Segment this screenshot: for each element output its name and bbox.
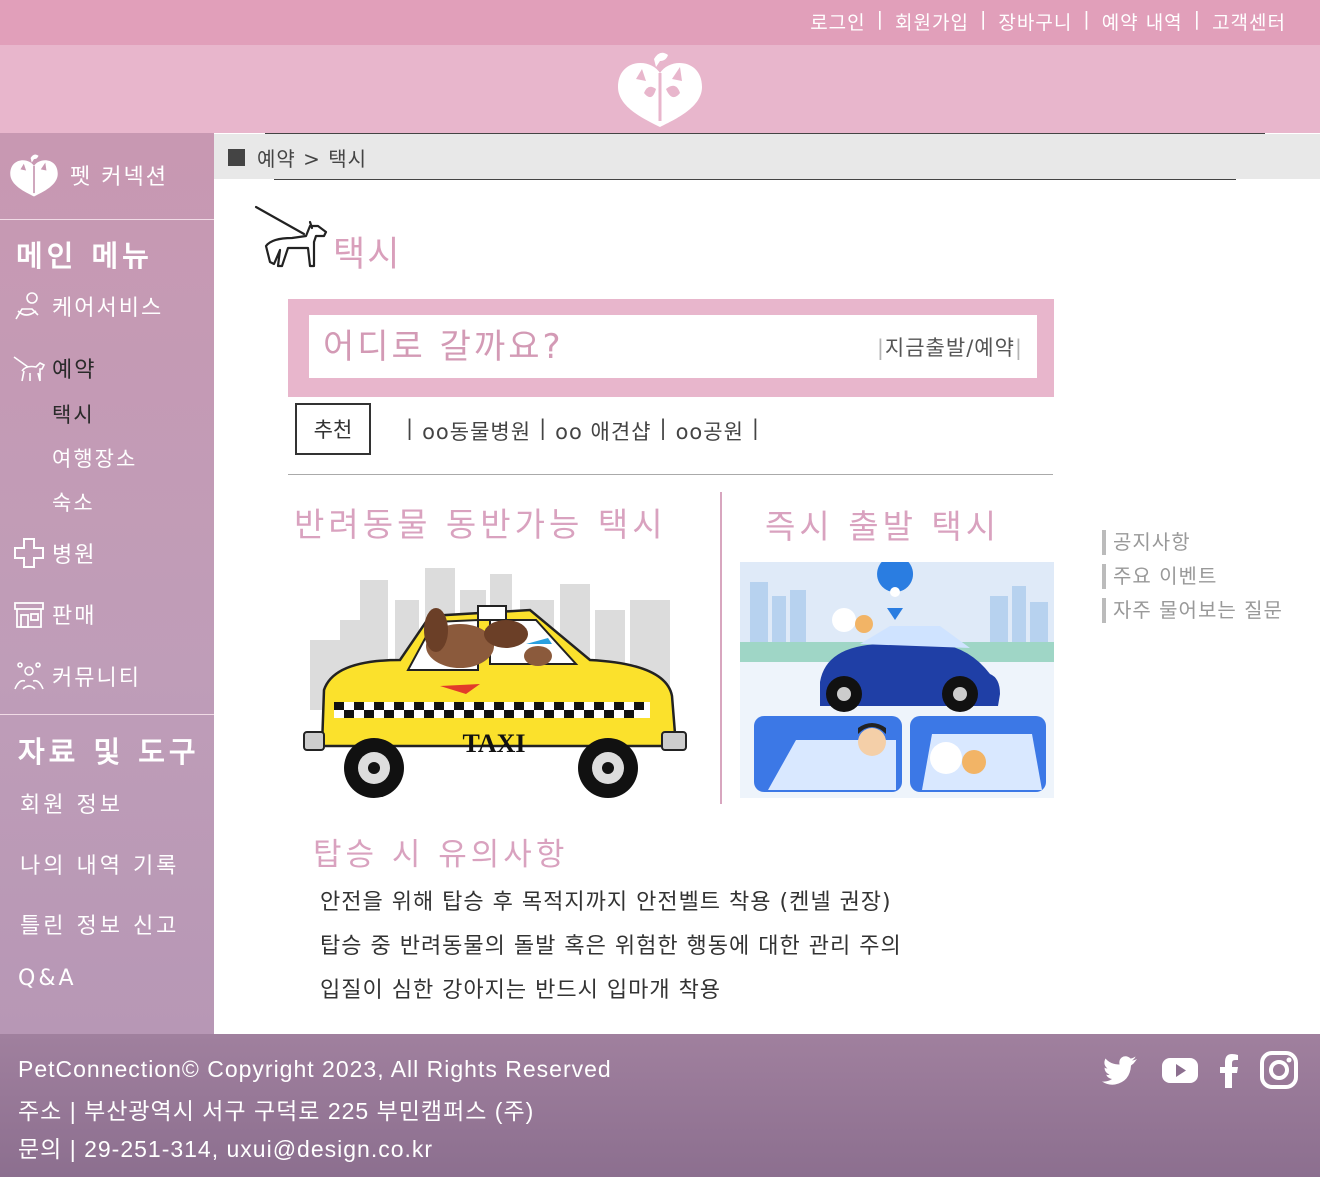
banner [0,45,1320,133]
sidebar-item-community[interactable]: 커뮤니티 [12,659,141,693]
sidebar-sub-travel[interactable]: 여행장소 [52,443,137,473]
search-panel: |지금출발/예약| [288,299,1054,397]
tool-report-error[interactable]: 틀린 정보 신고 [20,908,179,940]
top-bar: 로그인 | 회원가입 | 장바구니 | 예약 내역 | 고객센터 [0,0,1320,45]
signup-link[interactable]: 회원가입 [895,8,969,35]
sidebar-item-hospital[interactable]: 병원 [12,536,96,570]
search-box: |지금출발/예약| [309,315,1037,378]
square-bullet-icon [228,149,245,166]
login-link[interactable]: 로그인 [810,8,865,35]
sidebar-item-reservation[interactable]: 예약 [12,351,96,385]
footer: PetConnection© Copyright 2023, All Right… [0,1034,1320,1177]
store-icon [14,602,44,628]
twitter-icon[interactable] [1101,1050,1141,1090]
recommend-item[interactable]: oo동물병원 [422,416,531,446]
copyright-text: PetConnection© Copyright 2023, All Right… [18,1056,612,1082]
cart-link[interactable]: 장바구니 [998,8,1072,35]
recommend-list: | oo동물병원 | oo 애견샵 | oo공원 | [406,416,760,446]
sidebar-item-care[interactable]: 케어서비스 [12,289,163,323]
address-text: 주소 | 부산광역시 서구 구덕로 225 부민캠퍼스 (주) [18,1098,535,1124]
breadcrumb: 예약 > 택시 [214,134,1320,179]
brand-name: 펫 커넥션 [70,165,168,190]
sidebar-item-shop[interactable]: 판매 [12,597,96,631]
brand-logo-icon [10,154,58,197]
sidebar-sub-lodging[interactable]: 숙소 [52,487,95,517]
instant-taxi-image[interactable] [740,562,1054,798]
youtube-icon[interactable] [1160,1050,1200,1090]
main-menu-title: 메인 메뉴 [16,239,153,273]
contact-text: 문의 | 29-251-314, uxui@design.co.kr [18,1136,434,1162]
notice-link[interactable]: 공지사항 [1102,530,1283,555]
breadcrumb-text: 예약 > 택시 [257,147,368,171]
community-icon [14,662,44,690]
destination-input[interactable] [323,327,823,367]
logo-icon[interactable] [614,49,706,129]
tool-member-info[interactable]: 회원 정보 [20,787,123,819]
reservations-link[interactable]: 예약 내역 [1102,8,1183,35]
recommend-item[interactable]: oo공원 [676,416,744,446]
divider [720,492,722,804]
note-line: 입질이 심한 강아지는 반드시 입마개 착용 [320,978,722,1003]
depart-mode-toggle[interactable]: |지금출발/예약| [877,332,1023,362]
tools-title: 자료 및 도구 [18,735,200,769]
note-line: 탑승 중 반려동물의 돌발 혹은 위험한 행동에 대한 관리 주의 [320,934,902,959]
sidebar: 펫 커넥션 메인 메뉴 케어서비스 예약 택시 여행장소 숙소 병원 판매 커뮤… [0,133,214,1034]
divider [274,179,1236,180]
events-link[interactable]: 주요 이벤트 [1102,564,1283,589]
instagram-icon[interactable] [1259,1050,1299,1090]
recommend-item[interactable]: oo 애견샵 [555,416,651,446]
facebook-icon[interactable] [1210,1050,1250,1090]
divider [288,474,1053,475]
sidebar-brand[interactable]: 펫 커넥션 [8,151,168,199]
top-links: 로그인 | 회원가입 | 장바구니 | 예약 내역 | 고객센터 [810,8,1286,35]
customer-center-link[interactable]: 고객센터 [1212,8,1286,35]
medical-cross-icon [14,538,44,568]
pet-taxi-image[interactable]: TAXI [300,560,692,804]
divider [0,219,214,220]
tool-my-history[interactable]: 나의 내역 기록 [20,848,179,880]
hand-pet-icon [15,292,39,320]
faq-link[interactable]: 자주 물어보는 질문 [1102,598,1283,623]
note-line: 안전을 위해 탑승 후 목적지까지 안전벨트 착용 (켄넬 권장) [320,890,892,915]
sidebar-sub-taxi[interactable]: 택시 [52,399,95,429]
page-title: 택시 [333,235,402,275]
taxi-sign: TAXI [462,729,525,758]
tool-qna[interactable]: Q&A [18,966,77,991]
pet-taxi-title[interactable]: 반려동물 동반가능 택시 [294,498,667,546]
side-links: 공지사항 주요 이벤트 자주 물어보는 질문 [1102,530,1283,632]
recommend-button[interactable]: 추천 [295,403,371,455]
divider [0,714,214,715]
dog-walk-icon [13,356,46,382]
notes-title: 탑승 시 유의사항 [313,837,569,873]
dog-leash-icon [254,205,328,268]
instant-taxi-title[interactable]: 즉시 출발 택시 [765,500,1000,548]
